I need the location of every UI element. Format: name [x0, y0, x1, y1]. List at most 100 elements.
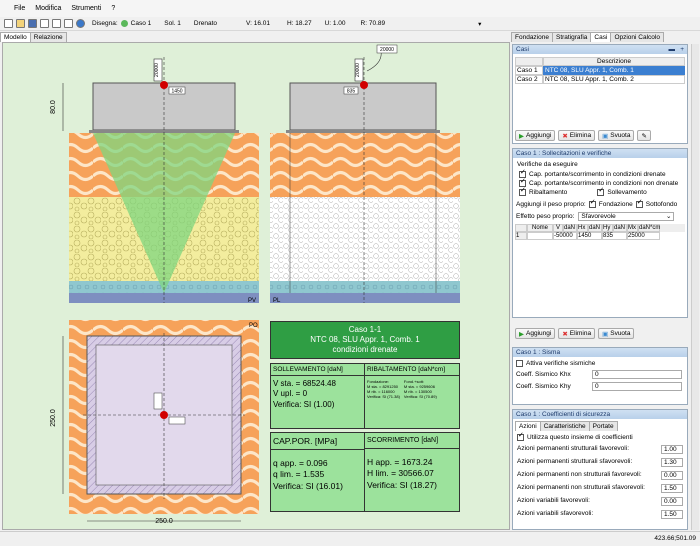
drenato-label: Drenato	[193, 20, 218, 27]
elimina-button[interactable]: ✖ Elimina	[558, 130, 596, 141]
tab-opzioni-calcolo[interactable]: Opzioni Calcolo	[610, 32, 664, 42]
brush-button[interactable]: ✎	[637, 130, 651, 141]
pl-label: PL	[273, 298, 281, 304]
cap-column: CAP.POR. [MPa] q app. = 0.096 q lim. = 1…	[271, 433, 365, 511]
moment-label-right: 20000	[380, 47, 394, 53]
tab-caratteristiche[interactable]: Caratteristiche	[539, 421, 590, 431]
khx-input[interactable]: 0	[592, 370, 682, 380]
print-icon[interactable]	[40, 19, 49, 28]
table-row[interactable]: Caso 2 NTC 08, SLU Appr. 1, Comb. 2	[515, 75, 685, 84]
sisma-header: Caso 1 : Sisma	[513, 348, 687, 357]
casi-col-header: Descrizione	[543, 57, 685, 66]
cap-header: CAP.POR. [MPa]	[271, 433, 364, 450]
check-non-drenate[interactable]: Cap. portante/scorrimento in condizioni …	[519, 178, 681, 187]
minus-icon[interactable]: ▬	[669, 45, 676, 54]
tab-azioni[interactable]: Azioni	[515, 421, 541, 431]
save-icon[interactable]	[28, 19, 37, 28]
soll-header: SOLLEVAMENTO [daN]	[271, 364, 364, 376]
khx-label: Coeff. Sismico Khx	[516, 371, 571, 379]
status-bar: 423.66;501.09	[0, 531, 700, 546]
menu-file[interactable]: File	[14, 5, 25, 12]
tab-fondazione[interactable]: Fondazione	[511, 32, 553, 42]
coeff-input[interactable]: 1.00	[661, 445, 683, 455]
right-panel: Fondazione Stratigrafia Casi Opzioni Cal…	[511, 32, 700, 530]
svuota-button-2[interactable]: ▣ Svuota	[598, 328, 635, 339]
soll-buttons: ▶ Aggiungi ✖ Elimina ▣ Svuota	[515, 328, 635, 339]
plan-width-label: 250.0	[155, 518, 173, 525]
elimina-button-2[interactable]: ✖ Elimina	[558, 328, 596, 339]
row-index: 1	[515, 231, 527, 240]
v-label: V: 16.01	[246, 20, 270, 27]
rib-fond-sott: Fond.+sott: M sta. = 9259606 M rib. = 13…	[404, 379, 437, 399]
new-icon[interactable]	[4, 19, 13, 28]
aggiungi-button[interactable]: ▶ Aggiungi	[515, 130, 556, 141]
coeff-input[interactable]: 1.50	[661, 484, 683, 494]
add-icon: ▶	[519, 330, 524, 338]
tab-stratigrafia[interactable]: Stratigrafia	[551, 32, 592, 42]
svuota-label: Svuota	[610, 330, 631, 337]
check-sollevamento[interactable]: Sollevamento	[597, 187, 647, 197]
clear-icon: ▣	[602, 132, 609, 140]
check-drenate[interactable]: Cap. portante/scorrimento in condizioni …	[519, 169, 681, 178]
coeff-input[interactable]: 0.00	[661, 471, 683, 481]
check-sisma[interactable]: Attiva verifiche sismiche	[516, 360, 684, 367]
col-hx: Hx	[577, 223, 588, 232]
row-key: Caso 1	[515, 66, 543, 75]
clear-icon: ▣	[602, 330, 609, 338]
effetto-value: Sfavorevole	[581, 212, 616, 220]
menu-help[interactable]: ?	[111, 5, 115, 12]
check-sottofondo[interactable]: Sottofondo	[635, 199, 677, 208]
brush-icon: ✎	[641, 132, 647, 140]
table-row[interactable]: Caso 1 NTC 08, SLU Appr. 1, Comb. 1	[515, 66, 685, 75]
tab-relazione[interactable]: Relazione	[29, 32, 67, 42]
soll-verifica: Verifica: SI (1.00)	[273, 400, 335, 409]
coeff-label: Azioni variabili sfavorevoli:	[517, 510, 594, 518]
load-label-left: 20000	[154, 63, 160, 77]
copy-icon[interactable]	[52, 19, 61, 28]
aggiungi-button-2[interactable]: ▶ Aggiungi	[515, 328, 556, 339]
tab-modello[interactable]: Modello	[0, 32, 31, 42]
peso-label: Aggiungi il peso proprio:	[516, 200, 586, 208]
coeff-input[interactable]: 0.00	[661, 497, 683, 507]
coeff-row: Azioni permanenti non strutturali favore…	[517, 471, 683, 481]
help-icon[interactable]	[76, 19, 85, 28]
svuota-button[interactable]: ▣ Svuota	[598, 130, 635, 141]
col-v-unit: daN	[563, 223, 577, 232]
scorr-header: SCORRIMENTO [daN]	[365, 433, 459, 449]
row-nome	[527, 231, 553, 240]
check-fondazione[interactable]: Fondazione	[588, 199, 633, 208]
coeff-label: Azioni permanenti non strutturali favore…	[517, 471, 642, 479]
elimina-label: Elimina	[569, 132, 592, 139]
coeff-input[interactable]: 1.30	[661, 458, 683, 468]
table-row[interactable]: 1 -50000 1450 835 25000	[515, 231, 685, 240]
left-tabs: Modello Relazione	[0, 32, 67, 42]
tab-casi[interactable]: Casi	[590, 32, 612, 42]
tab-portate[interactable]: Portate	[588, 421, 618, 431]
col-mx-unit: daN*cm	[638, 223, 661, 232]
coeff-input[interactable]: 1.50	[661, 510, 683, 520]
right-tabs: Fondazione Stratigrafia Casi Opzioni Cal…	[511, 32, 700, 42]
plus-icon[interactable]: +	[680, 45, 684, 54]
verifiche-title: Verifiche da eseguire	[517, 161, 578, 168]
drawing-canvas[interactable]: 20000 1450 80.0 PV 20000 20000 835 PL PO…	[2, 42, 510, 530]
toolbar: Disegna: Caso 1 Sol. 1 Drenato V: 16.01 …	[0, 17, 700, 31]
export-icon[interactable]	[64, 19, 73, 28]
w-label-right: 835	[347, 89, 356, 95]
sisma-title: Caso 1 : Sisma	[516, 349, 561, 356]
check-fondazione-label: Fondazione	[598, 200, 633, 208]
menu-bar: File Modifica Strumenti ?	[0, 0, 700, 17]
menu-strumenti[interactable]: Strumenti	[71, 5, 101, 12]
coeff-row: Azioni permanenti strutturali favorevoli…	[517, 445, 683, 455]
coeff-label: Azioni variabili favorevoli:	[517, 497, 590, 505]
dropdown-chevron-icon[interactable]: ▾	[478, 20, 481, 28]
scrollbar[interactable]	[691, 44, 699, 530]
result-cap-scorr: CAP.POR. [MPa] q app. = 0.096 q lim. = 1…	[270, 432, 460, 512]
khy-input[interactable]: 0	[592, 382, 682, 392]
menu-modifica[interactable]: Modifica	[35, 5, 61, 12]
soll-header: Caso 1 : Sollecitazioni e verifiche	[513, 149, 687, 158]
check-ribaltamento[interactable]: Ribaltamento	[519, 187, 567, 197]
effetto-select[interactable]: Sfavorevole ⌄	[578, 211, 675, 221]
check-use-coeff[interactable]: Utilizza questo insieme di coefficienti	[517, 432, 683, 441]
u-label: U: 1.00	[324, 20, 346, 27]
open-icon[interactable]	[16, 19, 25, 28]
